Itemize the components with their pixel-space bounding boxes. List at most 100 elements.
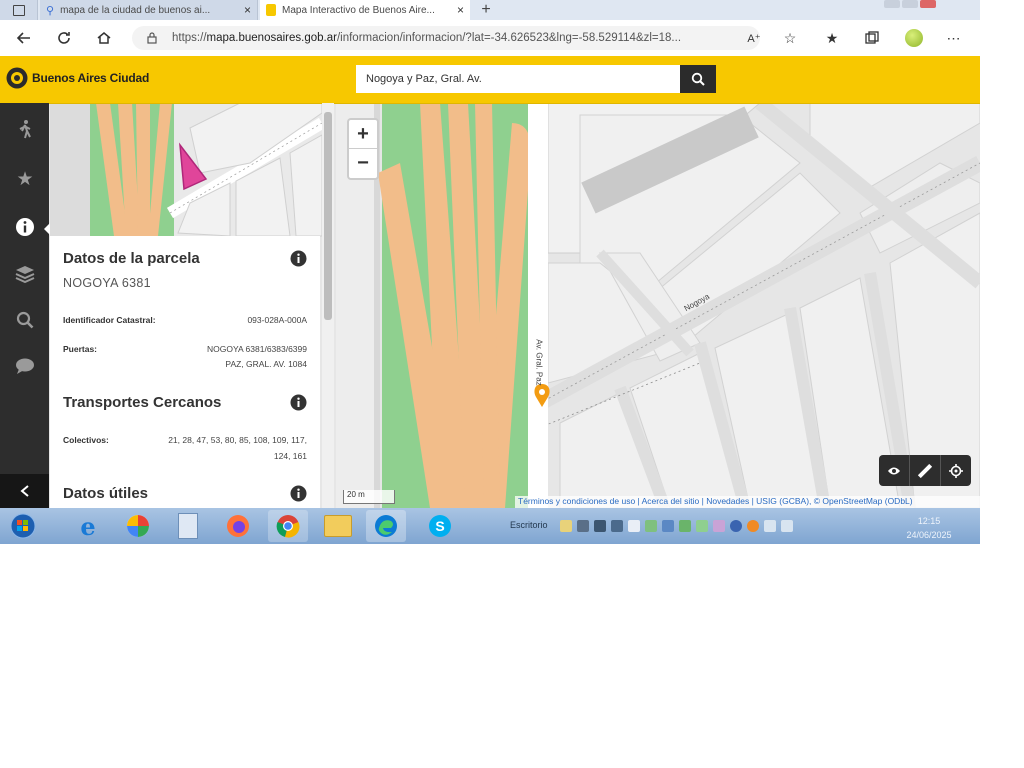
- url-field[interactable]: https://mapa.buenosaires.gob.ar/informac…: [132, 26, 760, 50]
- profile-button[interactable]: [904, 28, 924, 48]
- sidebar-item-comments[interactable]: [12, 353, 38, 379]
- bluetooth-icon[interactable]: [730, 520, 742, 532]
- map-favicon-icon: [266, 4, 276, 16]
- zoom-in-button[interactable]: +: [349, 120, 377, 149]
- search-button[interactable]: [680, 65, 716, 93]
- taskbar-edge[interactable]: [366, 510, 406, 542]
- read-aloud-button[interactable]: A⁺: [744, 28, 764, 48]
- document-icon: [178, 513, 198, 539]
- tray-app-icon[interactable]: [747, 520, 759, 532]
- transportes-info-button[interactable]: [290, 394, 307, 411]
- ba-logo-icon: [6, 67, 28, 89]
- tray-app-icon[interactable]: [645, 520, 657, 532]
- taskbar-documents[interactable]: [168, 510, 208, 542]
- utiles-info-button[interactable]: [290, 485, 307, 502]
- puertas-value-2: PAZ, GRAL. AV. 1084: [225, 359, 307, 369]
- taskbar-firefox[interactable]: [218, 510, 258, 542]
- brand-logo[interactable]: Buenos Aires Ciudad: [6, 67, 149, 89]
- desktop-toolbar-label[interactable]: Escritorio: [510, 520, 548, 530]
- close-tab-icon[interactable]: ×: [457, 3, 464, 17]
- refresh-icon: [58, 32, 70, 44]
- refresh-button[interactable]: [54, 28, 74, 48]
- new-tab-button[interactable]: +: [474, 0, 498, 20]
- chrome-icon: [276, 515, 300, 538]
- measure-tool-button[interactable]: [910, 455, 941, 486]
- puertas-label: Puertas:: [63, 344, 98, 354]
- close-tab-icon[interactable]: ×: [244, 3, 251, 17]
- parcela-info-button[interactable]: [290, 250, 307, 267]
- map-attribution[interactable]: Términos y condiciones de uso | Acerca d…: [515, 496, 980, 508]
- tray-app-icon[interactable]: [594, 520, 606, 532]
- profile-avatar: [905, 29, 923, 47]
- browser-tab-bar: ⚲ mapa de la ciudad de buenos ai... × Ma…: [0, 0, 980, 20]
- visibility-tool-button[interactable]: [879, 455, 910, 486]
- address-bar-row: https://mapa.buenosaires.gob.ar/informac…: [0, 20, 980, 57]
- locate-tool-button[interactable]: [941, 455, 971, 486]
- favorites-button[interactable]: ★: [822, 28, 842, 48]
- tray-app-icon[interactable]: [611, 520, 623, 532]
- sidebar-item-search[interactable]: [12, 307, 38, 333]
- taskbar-chrome[interactable]: [268, 510, 308, 542]
- home-button[interactable]: [94, 28, 114, 48]
- network-icon[interactable]: [764, 520, 776, 532]
- favorites-icon: ★: [825, 29, 839, 46]
- tray-app-icon[interactable]: [662, 520, 674, 532]
- taskbar-explorer[interactable]: [318, 510, 358, 542]
- sidebar-item-favorites[interactable]: ★: [12, 166, 38, 192]
- parcela-address: NOGOYA 6381: [63, 276, 151, 290]
- sidebar-item-info[interactable]: [12, 214, 38, 240]
- speech-bubble-icon: [16, 358, 34, 374]
- tray-app-icon[interactable]: [696, 520, 708, 532]
- minimize-button[interactable]: [884, 0, 900, 8]
- back-button[interactable]: [14, 28, 34, 48]
- chevron-left-icon: [19, 485, 29, 497]
- tab-actions-button[interactable]: [0, 0, 38, 20]
- taskbar-ie[interactable]: e: [68, 510, 108, 542]
- id-catastral-value: 093-028A-000A: [247, 315, 307, 325]
- collapse-panel-button[interactable]: [0, 474, 49, 508]
- system-clock[interactable]: 12:15 24/06/2025: [894, 514, 964, 542]
- url-path: /informacion/informacion/?lat=-34.626523…: [336, 32, 682, 44]
- tray-app-icon[interactable]: [628, 520, 640, 532]
- sidebar-item-walk[interactable]: [12, 116, 38, 142]
- tab-mapa-ciudad[interactable]: ⚲ mapa de la ciudad de buenos ai... ×: [40, 0, 258, 20]
- map-scale: 20 m: [343, 490, 395, 504]
- sidebar-item-layers[interactable]: [12, 261, 38, 287]
- volume-icon[interactable]: [781, 520, 793, 532]
- lock-icon: [147, 32, 157, 44]
- collections-icon: [865, 31, 879, 44]
- address-search-input[interactable]: Nogoya y Paz, Gral. Av.: [356, 65, 680, 93]
- add-favorite-button[interactable]: ☆: [780, 28, 800, 48]
- clock-date: 24/06/2025: [906, 530, 952, 540]
- url-domain: mapa.buenosaires.gob.ar: [206, 32, 337, 44]
- info-circle-icon: [290, 394, 307, 411]
- internet-explorer-icon: e: [80, 511, 96, 541]
- back-arrow-icon: [16, 32, 30, 44]
- settings-menu-button[interactable]: ⋯: [944, 28, 964, 48]
- tab-mapa-interactivo[interactable]: Mapa Interactivo de Buenos Aire... ×: [260, 0, 470, 20]
- zoom-out-button[interactable]: −: [349, 149, 377, 177]
- active-indicator: [44, 223, 50, 235]
- site-header: Buenos Aires Ciudad Nogoya y Paz, Gral. …: [0, 56, 980, 104]
- ruler-icon: [918, 463, 932, 478]
- eye-icon: [888, 467, 900, 474]
- info-circle-icon: [290, 485, 307, 502]
- url-prefix: https://: [172, 32, 207, 44]
- magnifier-icon: [16, 311, 34, 329]
- panel-scroll-thumb[interactable]: [324, 112, 332, 320]
- start-button[interactable]: [4, 510, 42, 542]
- tray-app-icon[interactable]: [679, 520, 691, 532]
- tab-actions-icon: [12, 4, 25, 16]
- tray-folder-icon[interactable]: [560, 520, 572, 532]
- id-catastral-label: Identificador Catastral:: [63, 315, 156, 325]
- taskbar-skype[interactable]: S: [420, 510, 460, 542]
- maximize-button[interactable]: [902, 0, 918, 8]
- parcel-info-panel: Datos de la parcela NOGOYA 6381 Identifi…: [50, 236, 320, 508]
- close-window-button[interactable]: [920, 0, 936, 8]
- section-title-transportes: Transportes Cercanos: [63, 394, 222, 411]
- brand-name: Buenos Aires Ciudad: [32, 71, 150, 85]
- tray-app-icon[interactable]: [577, 520, 589, 532]
- tray-app-icon[interactable]: [713, 520, 725, 532]
- collections-button[interactable]: [862, 28, 882, 48]
- taskbar-photos[interactable]: [118, 510, 158, 542]
